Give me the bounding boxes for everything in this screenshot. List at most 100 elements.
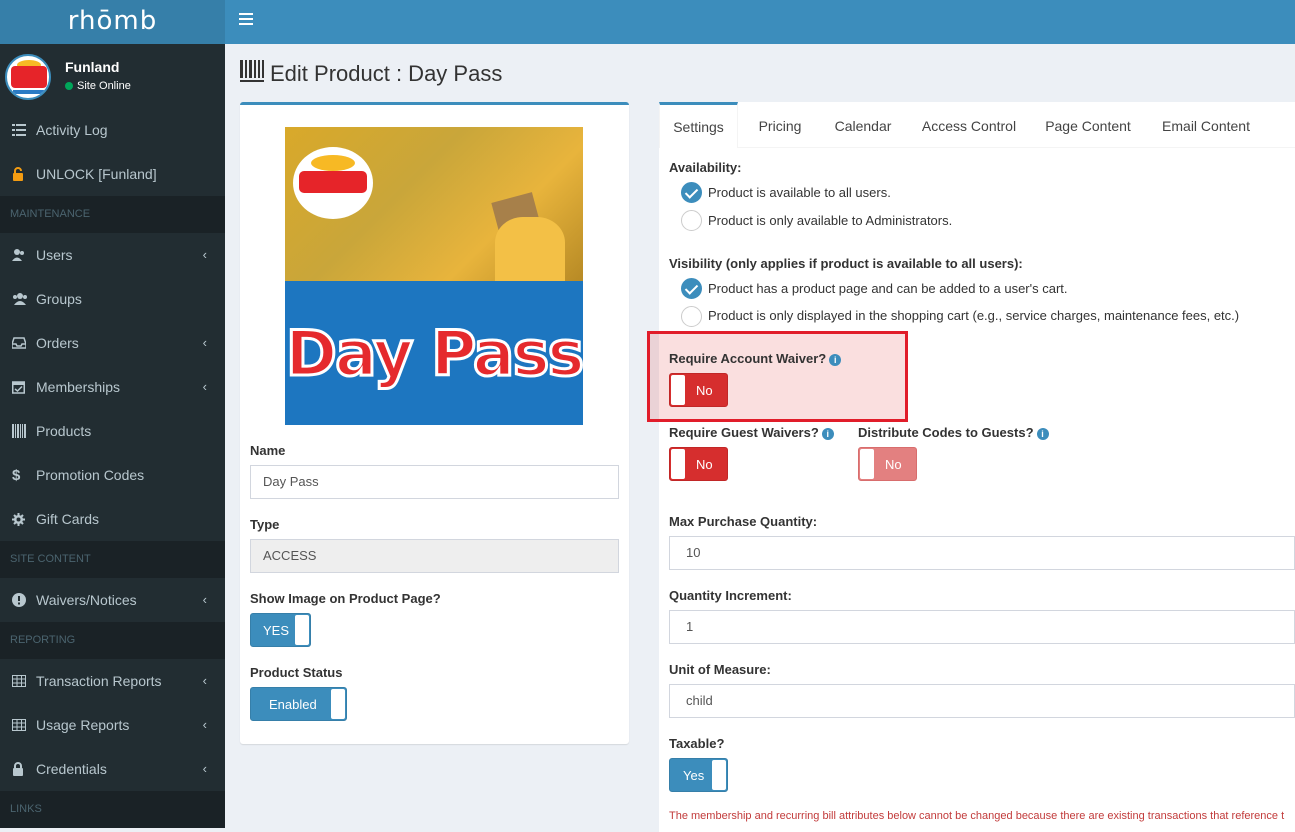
qty-increment-label: Quantity Increment:: [669, 588, 792, 603]
tab-access-control[interactable]: Access Control: [915, 102, 1023, 148]
sidebar-item-users[interactable]: Users ‹: [0, 233, 225, 277]
toggle-label: Enabled: [269, 696, 317, 712]
top-navbar: [225, 0, 1295, 44]
nav-header-reporting: REPORTING: [0, 622, 225, 659]
tab-calendar[interactable]: Calendar: [823, 102, 903, 148]
sidebar-item-groups[interactable]: Groups: [0, 277, 225, 321]
tab-email-content[interactable]: Email Content: [1153, 102, 1259, 148]
sidebar-item-promotion-codes[interactable]: $ Promotion Codes: [0, 453, 225, 497]
sidebar-item-label: UNLOCK [Funland]: [36, 166, 157, 182]
availability-option-label: Product is available to all users.: [708, 185, 891, 200]
page-title-text: Edit Product : Day Pass: [270, 61, 503, 86]
tab-page-content[interactable]: Page Content: [1037, 102, 1139, 148]
max-qty-label: Max Purchase Quantity:: [669, 514, 818, 529]
max-qty-input[interactable]: 10: [669, 536, 1295, 570]
sidebar-item-usage-reports[interactable]: Usage Reports ‹: [0, 703, 225, 747]
visibility-cart-only-radio[interactable]: [681, 306, 702, 327]
sidebar-item-label: Promotion Codes: [36, 467, 145, 483]
sidebar-item-waivers-notices[interactable]: Waivers/Notices ‹: [0, 578, 225, 622]
toggle-label: No: [696, 456, 713, 472]
toggle-knob: [295, 615, 309, 645]
account-waiver-label: Require Account Waiver? i: [669, 351, 842, 366]
info-icon[interactable]: i: [829, 353, 842, 366]
sidebar-item-label: Users: [36, 247, 73, 263]
inbox-icon: [12, 337, 36, 349]
sidebar-item-label: Transaction Reports: [36, 673, 162, 689]
sidebar-item-transaction-reports[interactable]: Transaction Reports ‹: [0, 659, 225, 703]
visibility-product-page-radio[interactable]: [681, 278, 702, 299]
toggle-knob: [712, 760, 726, 790]
user-status-text: Site Online: [77, 80, 131, 92]
toggle-label: Yes: [683, 767, 705, 783]
nav-header-maintenance: MAINTENANCE: [0, 196, 225, 233]
sidebar-item-unlock[interactable]: UNLOCK [Funland]: [0, 152, 225, 196]
chevron-left-icon: ‹: [202, 379, 207, 394]
distribute-codes-label: Distribute Codes to Guests? i: [858, 425, 1049, 440]
toggle-knob: [671, 375, 685, 405]
tab-pricing[interactable]: Pricing: [745, 102, 815, 148]
toggle-label: No: [696, 382, 713, 398]
name-input[interactable]: Day Pass: [250, 465, 619, 499]
avatar: [5, 54, 51, 100]
sidebar-item-label: Gift Cards: [36, 511, 100, 527]
visibility-option-label: Product is only displayed in the shoppin…: [708, 308, 1240, 323]
info-icon[interactable]: i: [821, 427, 834, 440]
nav-header-site-content: SITE CONTENT: [0, 541, 225, 578]
sidebar-item-label: Activity Log: [36, 122, 108, 138]
availability-admins-radio[interactable]: [681, 210, 702, 231]
exclamation-icon: [12, 593, 36, 607]
distribute-codes-toggle[interactable]: No: [858, 447, 917, 481]
sidebar-item-label: Usage Reports: [36, 717, 130, 733]
tab-settings[interactable]: Settings: [659, 102, 738, 148]
show-image-label: Show Image on Product Page?: [250, 591, 441, 606]
chevron-left-icon: ‹: [202, 761, 207, 776]
account-waiver-label-text: Require Account Waiver?: [669, 351, 827, 366]
page-title: Edit Product : Day Pass: [240, 60, 502, 88]
warning-text: The membership and recurring bill attrib…: [669, 810, 1285, 822]
info-icon[interactable]: i: [1036, 427, 1049, 440]
table-icon: [12, 675, 36, 687]
nav-header-links: LINKS: [0, 791, 225, 828]
qty-increment-input[interactable]: 1: [669, 610, 1295, 644]
product-status-toggle[interactable]: Enabled: [250, 687, 347, 721]
sidebar-item-label: Waivers/Notices: [36, 592, 137, 608]
sidebar-item-label: Products: [36, 423, 92, 439]
app-logo[interactable]: rhōmb: [0, 0, 225, 44]
barcode-icon: [240, 60, 264, 88]
visibility-label: Visibility (only applies if product is a…: [669, 256, 1023, 271]
product-settings-panel: Settings Pricing Calendar Access Control…: [659, 102, 1295, 832]
users-icon: [12, 249, 36, 261]
product-status-label: Product Status: [250, 665, 343, 680]
sidebar-item-products[interactable]: Products: [0, 409, 225, 453]
product-image[interactable]: Day Pass: [285, 127, 583, 425]
uom-label: Unit of Measure:: [669, 662, 771, 677]
type-field: ACCESS: [250, 539, 619, 573]
online-dot-icon: [65, 82, 73, 91]
product-image-title: Day Pass: [285, 315, 583, 391]
sidebar-item-activity-log[interactable]: Activity Log: [0, 108, 225, 152]
availability-all-users-radio[interactable]: [681, 182, 702, 203]
sidebar-item-memberships[interactable]: Memberships ‹: [0, 365, 225, 409]
sidebar-item-credentials[interactable]: Credentials ‹: [0, 747, 225, 791]
table-icon: [12, 719, 36, 731]
tab-bar: Settings Pricing Calendar Access Control…: [659, 102, 1295, 148]
visibility-option-label: Product has a product page and can be ad…: [708, 281, 1068, 296]
unlock-icon: [12, 167, 36, 181]
chevron-left-icon: ‹: [202, 717, 207, 732]
sidebar: rhōmb Funland Site Online Activity Log U…: [0, 0, 225, 828]
show-image-toggle[interactable]: YES: [250, 613, 311, 647]
sidebar-item-label: Groups: [36, 291, 82, 307]
groups-icon: [12, 293, 36, 305]
toggle-knob: [671, 449, 685, 479]
sidebar-item-gift-cards[interactable]: Gift Cards: [0, 497, 225, 541]
sidebar-item-orders[interactable]: Orders ‹: [0, 321, 225, 365]
funland-logo: [293, 147, 373, 219]
uom-input[interactable]: child: [669, 684, 1295, 718]
guest-waivers-toggle[interactable]: No: [669, 447, 728, 481]
chevron-left-icon: ‹: [202, 335, 207, 350]
guest-waivers-label: Require Guest Waivers? i: [669, 425, 834, 440]
hamburger-menu-icon[interactable]: [239, 13, 253, 27]
sidebar-item-label: Credentials: [36, 761, 107, 777]
account-waiver-toggle[interactable]: No: [669, 373, 728, 407]
taxable-toggle[interactable]: Yes: [669, 758, 728, 792]
